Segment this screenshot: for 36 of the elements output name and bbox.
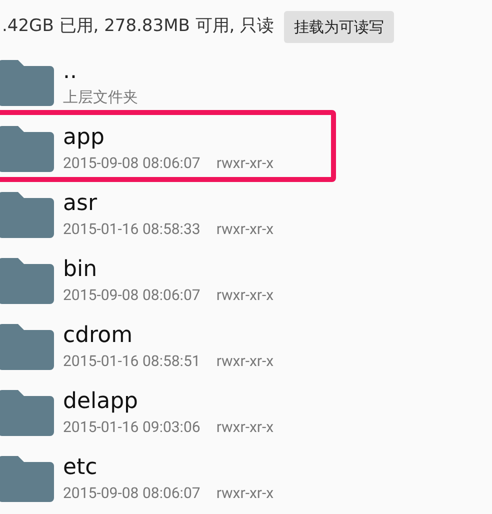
folder-name: asr	[63, 190, 98, 218]
folder-icon	[0, 60, 54, 106]
storage-status: .42GB 已用, 278.83MB 可用, 只读	[2, 15, 274, 38]
modified-date: 2015-01-16 08:58:51	[63, 351, 200, 372]
folder-row[interactable]: app 2015-09-08 08:06:07 rwxr-xr-x	[0, 116, 492, 182]
modified-date: 2015-01-16 09:03:06	[63, 417, 200, 438]
folder-row[interactable]: etc 2015-09-08 08:06:07 rwxr-xr-x	[0, 446, 492, 512]
folder-icon	[0, 258, 54, 304]
folder-icon	[0, 192, 54, 238]
folder-icon	[0, 456, 54, 502]
folder-icon	[0, 324, 54, 370]
folder-description: 上层文件夹	[63, 87, 138, 108]
modified-date: 2015-09-08 08:06:07	[63, 153, 200, 174]
folder-row[interactable]: bin 2015-09-08 08:06:07 rwxr-xr-x	[0, 248, 492, 314]
folder-name: ..	[63, 58, 78, 86]
permissions: rwxr-xr-x	[216, 483, 274, 504]
modified-date: 2015-09-08 08:06:07	[63, 483, 200, 504]
permissions: rwxr-xr-x	[216, 285, 274, 306]
modified-date: 2015-01-16 08:58:33	[63, 219, 200, 240]
permissions: rwxr-xr-x	[216, 417, 274, 438]
permissions: rwxr-xr-x	[216, 153, 274, 174]
folder-icon	[0, 126, 54, 172]
folder-row[interactable]: cdrom 2015-01-16 08:58:51 rwxr-xr-x	[0, 314, 492, 380]
folder-row[interactable]: delapp 2015-01-16 09:03:06 rwxr-xr-x	[0, 380, 492, 446]
folder-name: etc	[63, 454, 98, 482]
mount-button[interactable]: 挂载为可读写	[284, 11, 394, 43]
modified-date: 2015-09-08 08:06:07	[63, 285, 200, 306]
folder-row[interactable]: .. 上层文件夹	[0, 50, 492, 116]
folder-name: app	[63, 124, 106, 152]
folder-icon	[0, 390, 54, 436]
folder-row[interactable]: asr 2015-01-16 08:58:33 rwxr-xr-x	[0, 182, 492, 248]
folder-name: delapp	[63, 388, 140, 416]
folder-name: bin	[63, 256, 98, 284]
folder-name: cdrom	[63, 322, 134, 350]
permissions: rwxr-xr-x	[216, 219, 274, 240]
permissions: rwxr-xr-x	[216, 351, 274, 372]
